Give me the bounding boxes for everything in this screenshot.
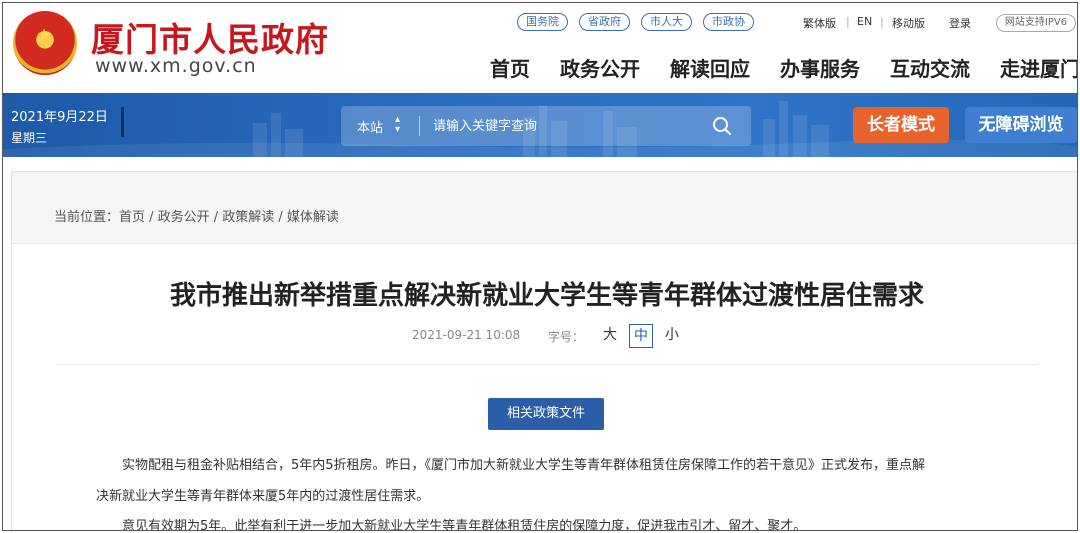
current-weekday: 星期三 [11,131,48,145]
paragraph-1-line-1: 实物配租与租金补贴相结合，5年内5折租房。昨日，《厦门市加大新就业大学生等青年群… [122,458,926,473]
national-emblem-icon[interactable]: ★ [13,11,77,75]
search-icon[interactable] [711,115,733,137]
site-header: ★ 厦门市人民政府 www.xm.gov.cn 国务院 省政府 市人大 市政协 … [3,3,1077,93]
current-date: 2021年9月22日 [11,110,108,125]
nav-about-xiamen[interactable]: 走进厦门 [1000,53,1077,82]
article-meta: 2021-09-21 10:08 字号： 大 中 小 [412,324,712,348]
article-title: 我市推出新举措重点解决新就业大学生等青年群体过渡性居住需求 [169,281,924,311]
top-link-province[interactable]: 省政府 [579,13,630,31]
related-policy-button[interactable]: 相关政策文件 [488,398,604,430]
font-size-medium-button[interactable]: 中 [629,324,653,348]
star-icon: ★ [37,25,52,44]
ipv6-badge: 网站支持IPV6 [996,14,1076,32]
accessible-browsing-button[interactable]: 无障碍浏览 [965,107,1077,143]
site-title[interactable]: 厦门市人民政府 [91,13,329,61]
search-box: 本站 ▴ ▾ [341,106,751,146]
nav-interaction[interactable]: 互动交流 [890,53,970,82]
title-divider [56,364,1038,365]
top-links: 国务院 省政府 市人大 市政协 [517,13,765,31]
login-link[interactable]: 登录 [949,15,971,31]
publish-date: 2021-09-21 10:08 [412,328,521,342]
top-link-cppcc[interactable]: 市政协 [703,13,754,31]
nav-home[interactable]: 首页 [490,53,530,82]
search-banner: 2021年9月22日 星期三 本站 ▴▾ 长者模式 无障碍浏览 [3,93,1077,157]
top-link-peoples-congress[interactable]: 市人大 [641,13,692,31]
mobile-separator: | [880,15,884,28]
browser-frame: ★ 厦门市人民政府 www.xm.gov.cn 国务院 省政府 市人大 市政协 … [2,2,1078,531]
font-size-small-button[interactable]: 小 [660,324,684,348]
paragraph-1-line-2: 决新就业大学生等青年群体来厦5年内的过渡性居住需求。 [96,489,430,504]
traditional-chinese-link[interactable]: 繁体版 [803,15,836,31]
paragraph-2: 意见有效期为5年。此举有利于进一步加大新就业大学生等青年群体租赁住房的保障力度，… [122,519,807,531]
nav-interpretation[interactable]: 解读回应 [670,53,750,82]
lang-separator: | [846,15,850,28]
breadcrumb[interactable]: 当前位置：首页 / 政务公开 / 政策解读 / 媒体解读 [54,206,339,225]
elder-mode-button[interactable]: 长者模式 [853,107,949,143]
updown-arrow-icon[interactable]: ▴ ▾ [395,115,400,135]
search-input[interactable] [433,114,703,138]
english-link[interactable]: EN [857,15,872,28]
search-scope-select[interactable]: 本站 [357,117,383,136]
font-size-label: 字号： [548,330,585,344]
nav-services[interactable]: 办事服务 [780,53,860,82]
date-divider [121,107,124,137]
site-url: www.xm.gov.cn [95,55,257,77]
font-size-large-button[interactable]: 大 [598,324,622,348]
search-divider [419,116,420,136]
nav-government-affairs[interactable]: 政务公开 [560,53,640,82]
article-container: 当前位置：首页 / 政务公开 / 政策解读 / 媒体解读 我市推出新举措重点解决… [11,171,1077,531]
mobile-version-link[interactable]: 移动版 [892,15,925,31]
breadcrumb-area: 当前位置：首页 / 政务公开 / 政策解读 / 媒体解读 [12,172,1077,244]
top-link-state-council[interactable]: 国务院 [517,13,568,31]
